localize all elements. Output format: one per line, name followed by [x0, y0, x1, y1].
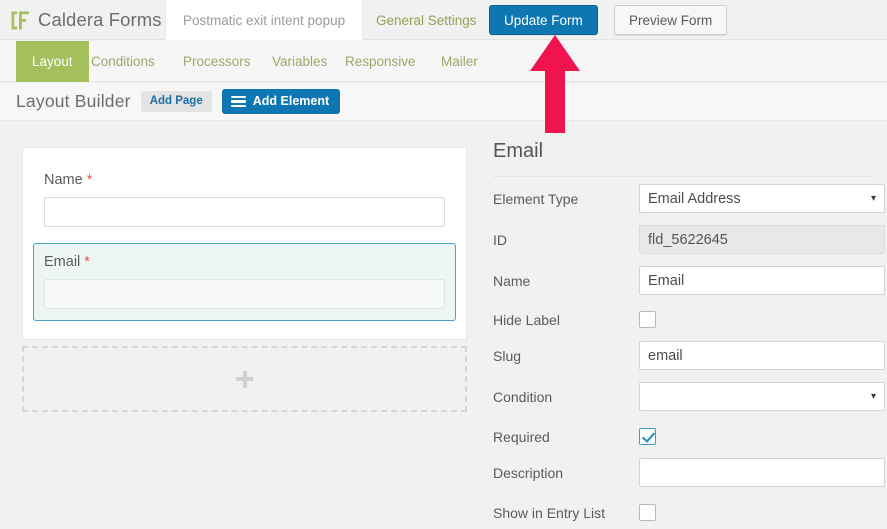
update-form-button[interactable]: Update Form — [489, 5, 598, 35]
form-field-email-input[interactable] — [44, 279, 445, 309]
chevron-down-icon: ▾ — [870, 192, 876, 204]
form-field-name-label: Name * — [44, 172, 445, 188]
setting-row-id: ID fld_5622645 — [493, 225, 885, 254]
setting-row-element-type: Element Type Email Address ▾ — [493, 184, 885, 213]
add-element-label: Add Element — [252, 94, 330, 108]
tab-variables-label: Variables — [272, 54, 328, 69]
setting-label-required: Required — [493, 428, 550, 445]
tab-processors[interactable]: Processors — [167, 41, 267, 82]
setting-row-description: Description — [493, 458, 885, 487]
form-field-name-input[interactable] — [44, 197, 445, 227]
tab-conditions-label: Conditions — [91, 54, 155, 69]
show-in-entry-list-checkbox[interactable] — [639, 504, 656, 521]
settings-divider — [493, 176, 873, 177]
preview-form-label: Preview Form — [629, 12, 713, 28]
general-settings-label: General Settings — [376, 12, 477, 28]
chevron-down-icon: ▾ — [870, 390, 876, 402]
tab-processors-label: Processors — [183, 54, 251, 69]
setting-label-description: Description — [493, 464, 564, 481]
preview-form-button[interactable]: Preview Form — [614, 5, 728, 35]
form-field-email-label-text: Email — [44, 254, 81, 270]
top-bar: Caldera Forms Postmatic exit intent popu… — [0, 0, 887, 40]
tab-layout-label: Layout — [32, 54, 73, 69]
condition-select[interactable]: ▾ — [639, 382, 885, 411]
tab-responsive-label: Responsive — [345, 54, 416, 69]
setting-label-hide-label: Hide Label — [493, 311, 560, 328]
element-settings-panel: Email Element Type Email Address ▾ ID fl… — [493, 122, 887, 529]
tab-responsive[interactable]: Responsive — [329, 41, 432, 82]
setting-label-name: Name — [493, 272, 531, 289]
setting-label-slug: Slug — [493, 347, 522, 364]
slug-field-value: email — [648, 347, 683, 364]
form-tab-postmatic[interactable]: Postmatic exit intent popup — [165, 0, 364, 40]
setting-row-condition: Condition ▾ — [493, 382, 885, 411]
required-checkbox[interactable] — [639, 428, 656, 445]
tab-mailer[interactable]: Mailer — [425, 41, 494, 82]
element-type-value: Email Address — [648, 190, 741, 207]
hamburger-icon — [230, 95, 246, 108]
builder-body: Name * Email * Email Element Type Email … — [0, 122, 887, 529]
tab-mailer-label: Mailer — [441, 54, 478, 69]
add-page-button[interactable]: Add Page — [140, 90, 212, 113]
setting-label-show-in-entry-list: Show in Entry List — [493, 504, 606, 521]
required-asterisk: * — [84, 254, 90, 270]
add-page-label: Add Page — [149, 94, 203, 107]
caldera-forms-builder-screen: Caldera Forms Postmatic exit intent popu… — [0, 0, 887, 529]
form-preview-canvas: Name * Email * — [22, 147, 467, 340]
tab-conditions[interactable]: Conditions — [75, 41, 171, 82]
add-element-dropzone[interactable] — [22, 346, 467, 412]
plus-icon — [236, 370, 253, 388]
form-field-name-label-text: Name — [44, 172, 83, 188]
name-field-value: Email — [648, 272, 685, 289]
id-field-value: fld_5622645 — [648, 231, 728, 248]
setting-row-required: Required — [493, 428, 873, 445]
setting-row-hide-label: Hide Label — [493, 311, 873, 328]
description-field[interactable] — [639, 458, 885, 487]
hide-label-checkbox[interactable] — [639, 311, 656, 328]
setting-label-element-type: Element Type — [493, 190, 579, 207]
name-field[interactable]: Email — [639, 266, 885, 295]
form-field-email-label: Email * — [44, 254, 445, 270]
id-field: fld_5622645 — [639, 225, 885, 254]
add-element-button[interactable]: Add Element — [221, 89, 341, 114]
layout-builder-header: Layout Builder Add Page Add Element — [0, 83, 887, 121]
setting-row-show-in-entry-list: Show in Entry List — [493, 504, 873, 521]
general-settings-link[interactable]: General Settings — [359, 0, 494, 40]
setting-label-id: ID — [493, 231, 507, 248]
form-field-email[interactable]: Email * — [33, 243, 456, 321]
slug-field[interactable]: email — [639, 341, 885, 370]
brand-name: Caldera Forms — [38, 9, 162, 30]
setting-row-name: Name Email — [493, 266, 885, 295]
caldera-bracket-f-logo-icon — [10, 10, 31, 31]
update-form-label: Update Form — [504, 12, 583, 28]
settings-panel-title: Email — [493, 140, 544, 162]
setting-row-slug: Slug email — [493, 341, 885, 370]
element-type-select[interactable]: Email Address ▾ — [639, 184, 885, 213]
builder-tab-bar: Layout Conditions Processors Variables R… — [0, 41, 887, 82]
form-field-name[interactable]: Name * — [44, 172, 445, 227]
page-title: Layout Builder — [16, 91, 131, 111]
required-asterisk: * — [86, 172, 93, 188]
form-tab-label: Postmatic exit intent popup — [183, 12, 346, 28]
setting-label-condition: Condition — [493, 388, 553, 405]
brand: Caldera Forms — [8, 0, 170, 40]
